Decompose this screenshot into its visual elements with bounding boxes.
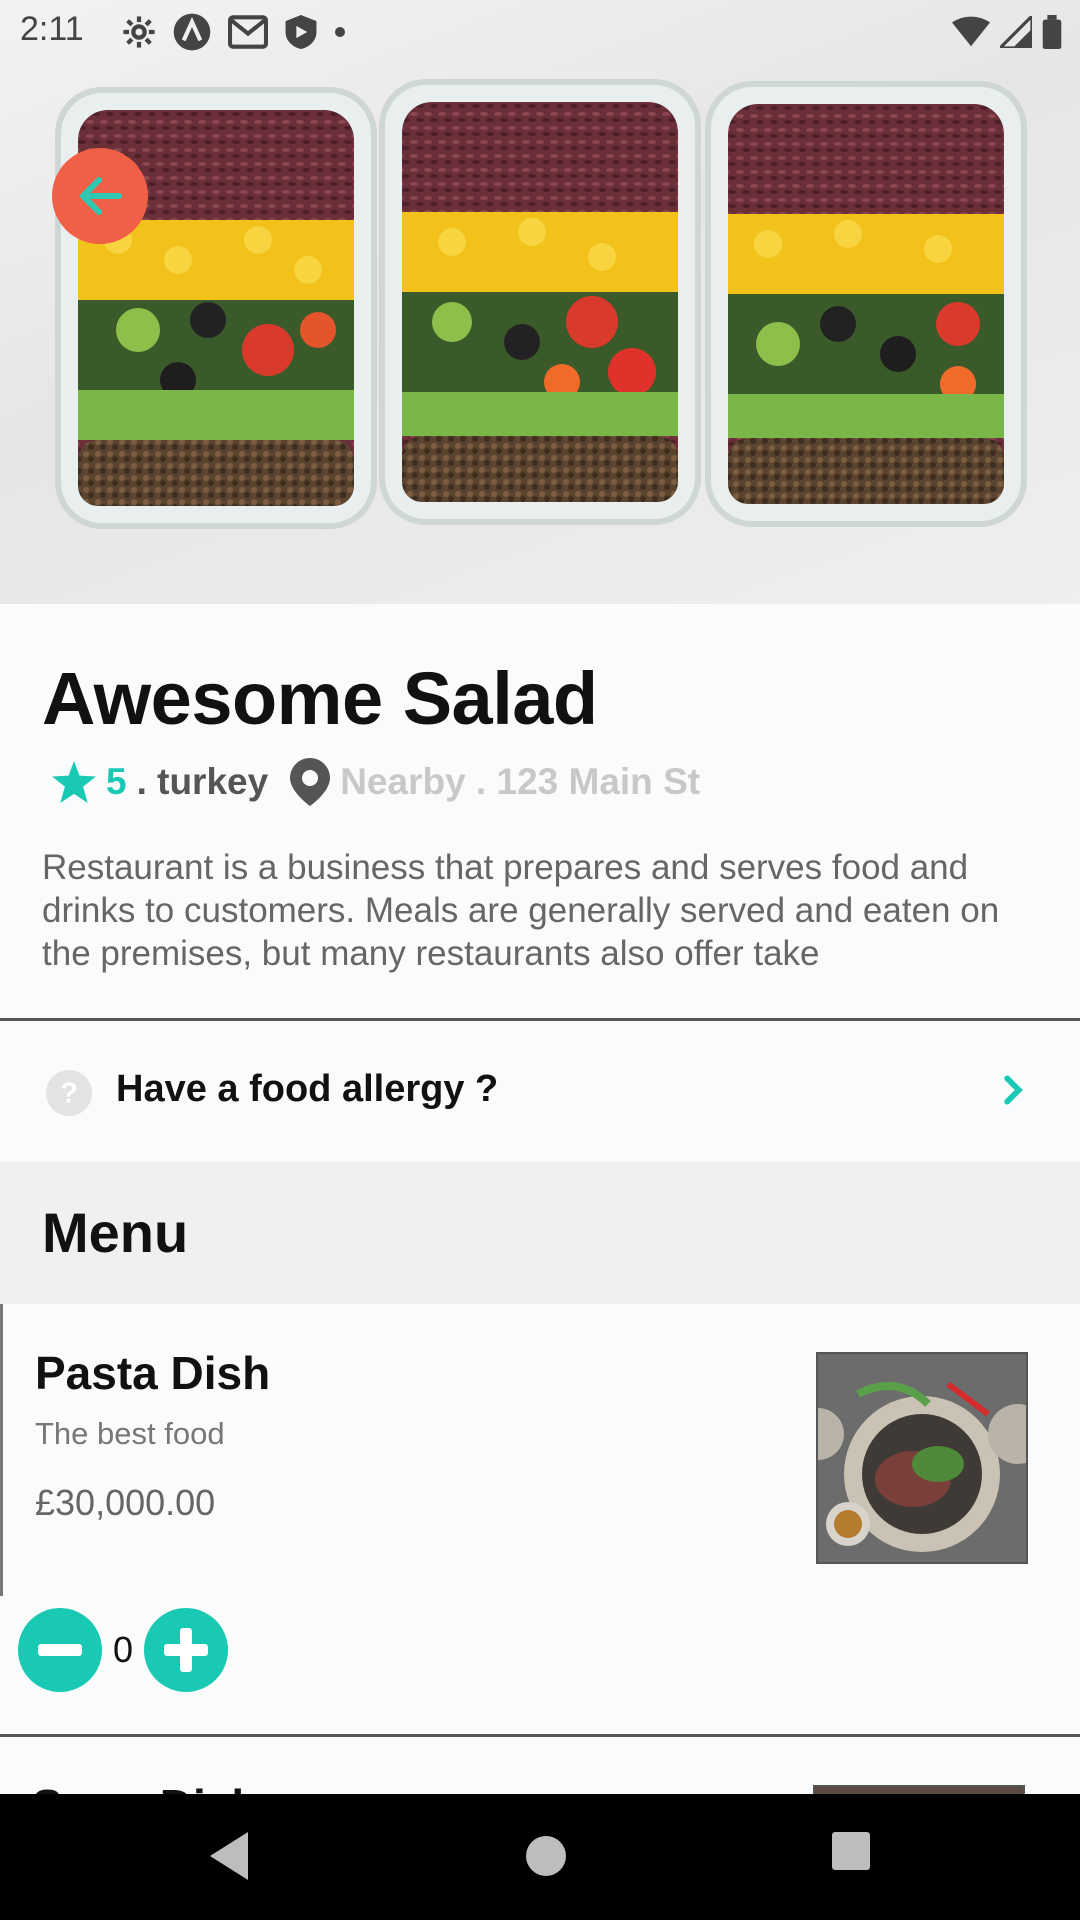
restaurant-location: Nearby . 123 Main St [340,761,701,802]
dish-name: Soup Dish [32,1779,259,1794]
dish-price: £30,000.00 [35,1482,216,1523]
screen: 2:11 Awesome Salad 5 . turkey Nearby . 1… [0,0,1080,1920]
quantity-value: 0 [112,1629,134,1670]
settings-icon [123,16,155,48]
minus-icon [38,1644,82,1656]
battery-icon [1042,15,1062,49]
nav-recents-icon[interactable] [828,1828,874,1874]
chevron-right-icon [1004,1075,1023,1105]
dish-image [813,1785,1025,1794]
arrow-left-icon [80,177,122,215]
help-icon: ? [46,1070,92,1116]
restaurant-meta: 5 . turkey Nearby . 123 Main St [52,756,700,808]
decrease-quantity-button[interactable] [18,1608,102,1692]
restaurant-country: . turkey [136,761,269,802]
nav-back-icon[interactable] [204,1828,254,1884]
divider [0,1018,1080,1021]
shield-play-icon [285,15,317,49]
menu-item-card[interactable]: Pasta Dish The best food £30,000.00 [0,1304,1080,1596]
status-time: 2:11 [20,10,84,48]
dish-image [816,1352,1028,1564]
restaurant-description: Restaurant is a business that prepares a… [42,848,1000,973]
dot-icon [335,27,345,37]
meal-prep-containers-image [55,79,1027,529]
back-button[interactable] [52,148,148,244]
quantity-stepper: 0 [18,1608,228,1692]
plus-icon [164,1628,208,1672]
menu-section-header: Menu [0,1162,1080,1304]
status-icons-left [122,12,346,52]
navigation-bar [0,1794,1080,1920]
menu-title: Menu [42,1201,189,1264]
location-pin-icon [290,758,331,806]
status-icons-right [952,12,1062,52]
hero-image: 2:11 [0,0,1080,604]
artifact-icon [173,13,211,51]
food-allergy-label: Have a food allergy ? [116,1068,499,1110]
signal-icon [1000,16,1032,48]
wifi-icon [952,16,990,47]
star-icon [52,761,96,803]
gmail-icon [228,15,268,49]
menu-item-card[interactable]: Soup Dish [0,1734,1080,1794]
increase-quantity-button[interactable] [144,1608,228,1692]
svg-text:?: ? [60,1078,78,1110]
status-bar: 2:11 [0,0,1080,64]
restaurant-title: Awesome Salad [42,657,598,740]
food-allergy-row[interactable]: ? Have a food allergy ? [0,1022,1080,1162]
nav-home-icon[interactable] [518,1828,574,1884]
dish-name: Pasta Dish [35,1347,271,1399]
rating-value: 5 [106,761,127,802]
dish-description: The best food [35,1416,225,1451]
